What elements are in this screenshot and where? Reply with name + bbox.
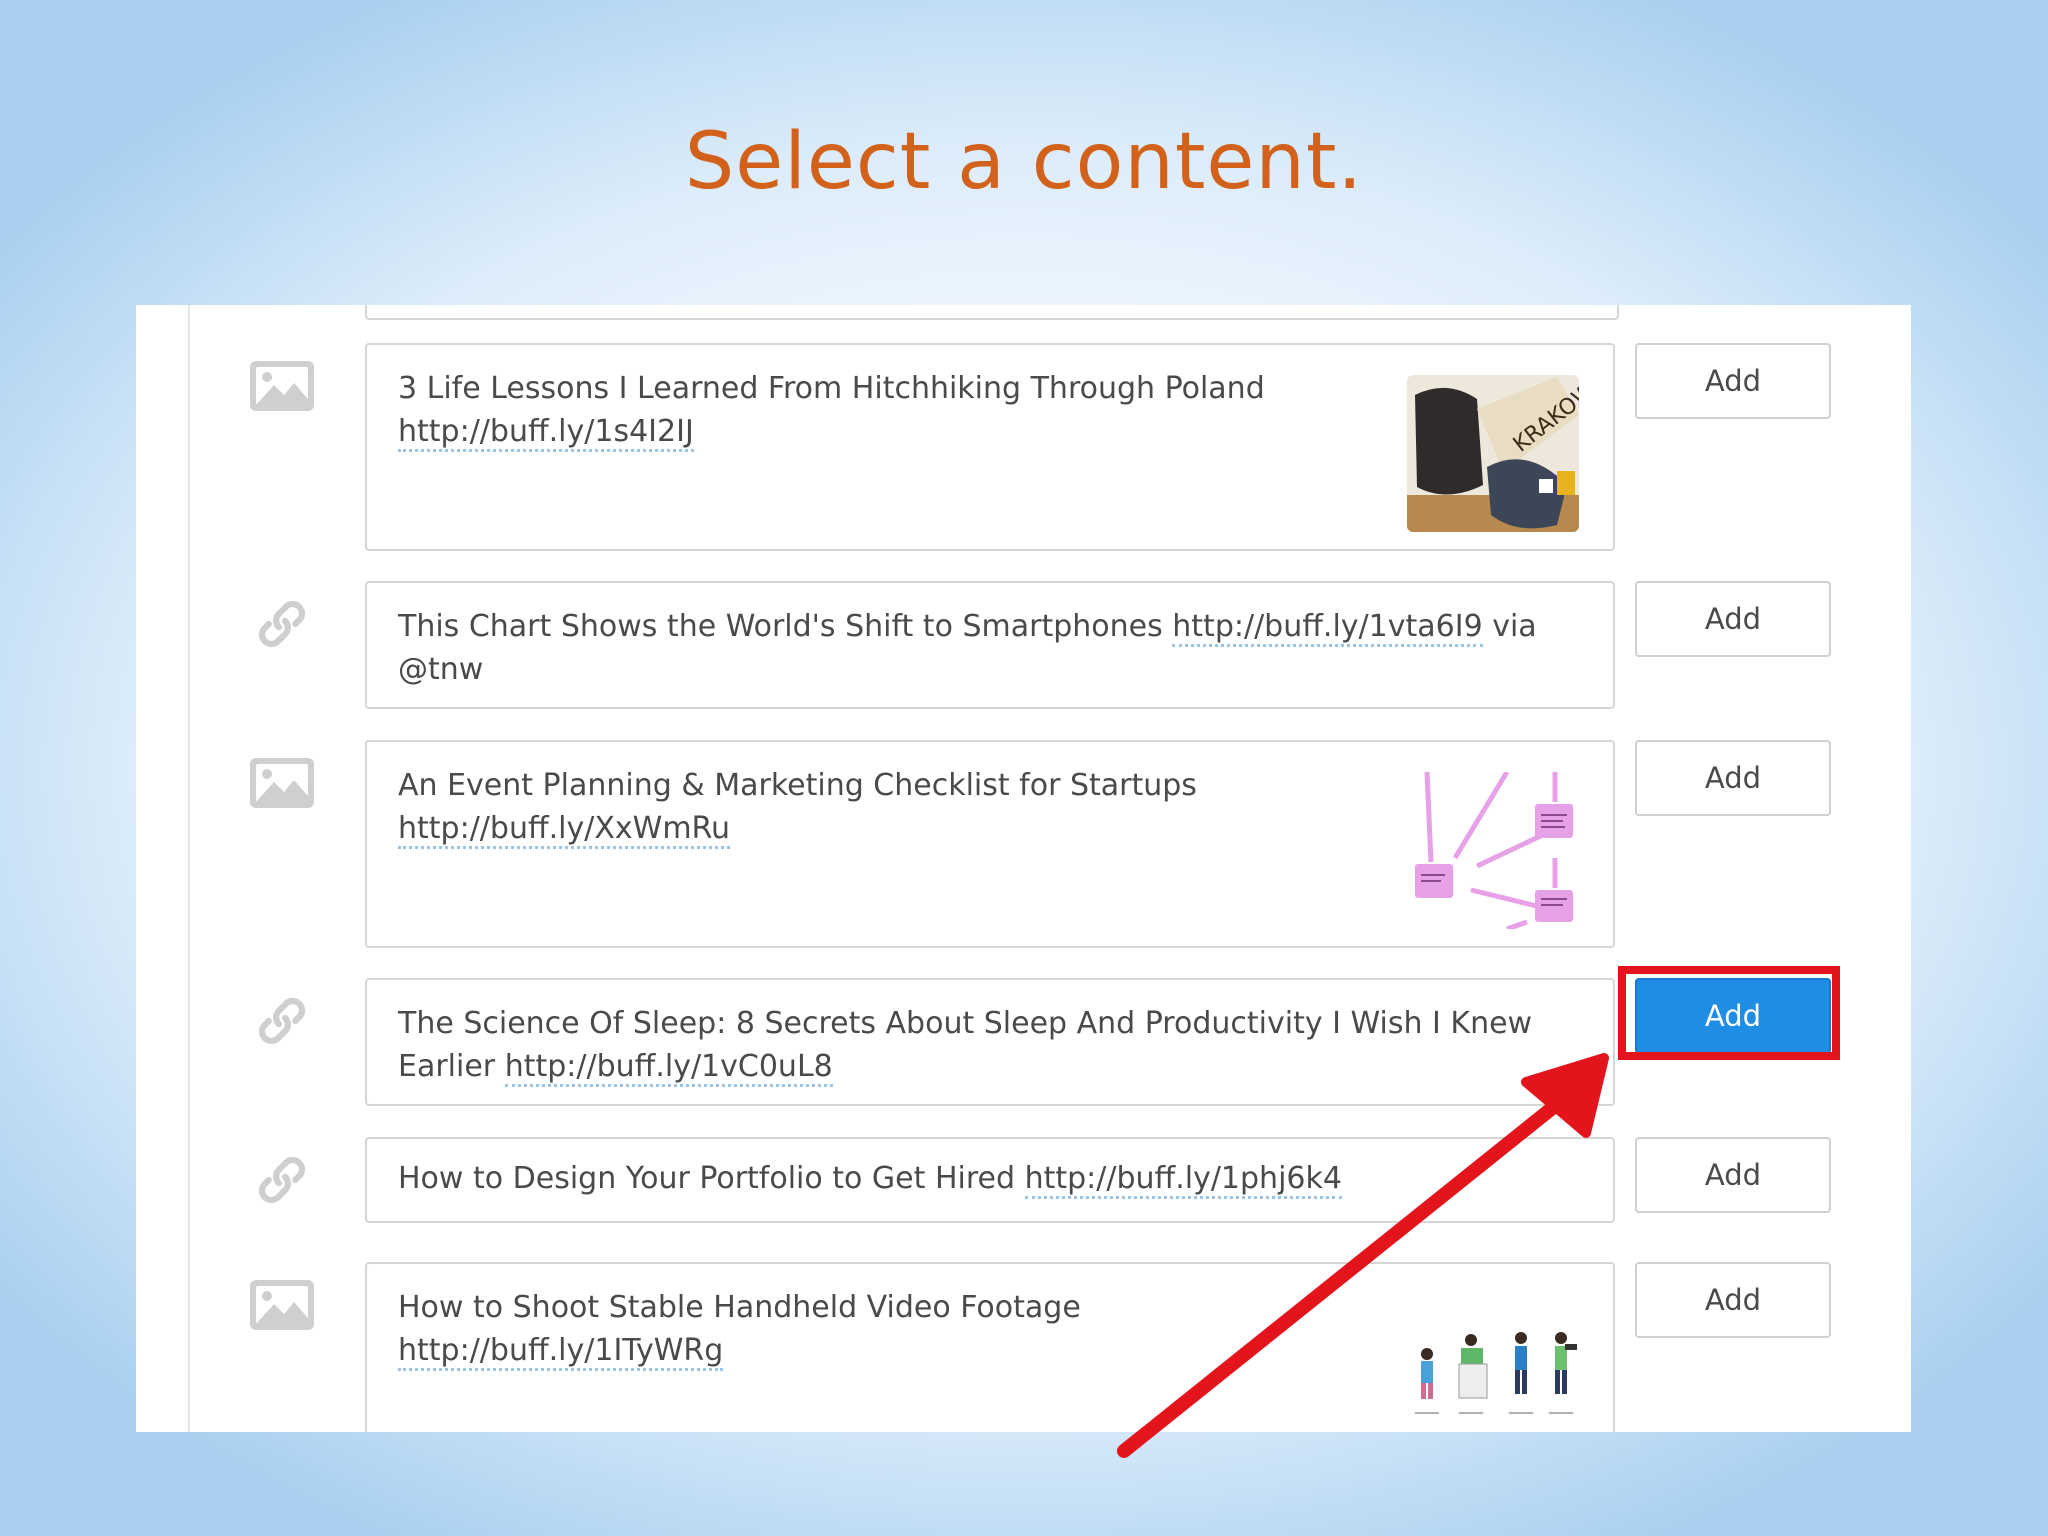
content-text: An Event Planning & Marketing Checklist … (398, 764, 1358, 850)
content-link[interactable]: http://buff.ly/XxWmRu (398, 811, 731, 849)
content-text: This Chart Shows the World's Shift to Sm… (398, 605, 1548, 691)
add-button[interactable]: Add (1635, 1262, 1831, 1338)
annotation-highlight-box (1618, 966, 1840, 1060)
link-icon (250, 1155, 314, 1205)
content-title: 3 Life Lessons I Learned From Hitchhikin… (398, 371, 1265, 406)
content-card[interactable]: This Chart Shows the World's Shift to Sm… (365, 581, 1615, 709)
image-icon (250, 758, 314, 808)
backpack-thumbnail: KRAKOW (1407, 375, 1579, 532)
content-list-panel[interactable]: 3 Life Lessons I Learned From Hitchhikin… (136, 305, 1911, 1432)
add-button[interactable]: Add (1635, 581, 1831, 657)
image-icon (250, 1280, 314, 1330)
slide-title: Select a content. (684, 117, 1364, 207)
content-link[interactable]: http://buff.ly/1vta6I9 (1172, 609, 1483, 647)
content-link[interactable]: http://buff.ly/1phj6k4 (1024, 1161, 1342, 1199)
content-text: 3 Life Lessons I Learned From Hitchhikin… (398, 367, 1358, 453)
content-card[interactable]: An Event Planning & Marketing Checklist … (365, 740, 1615, 948)
previous-content-card[interactable] (365, 305, 1619, 320)
content-title: How to Shoot Stable Handheld Video Foota… (398, 1290, 1081, 1325)
link-icon (250, 599, 314, 649)
content-card[interactable]: 3 Life Lessons I Learned From Hitchhikin… (365, 343, 1615, 551)
videographer-thumbnail (1407, 1294, 1579, 1432)
content-title: How to Design Your Portfolio to Get Hire… (398, 1161, 1016, 1196)
content-card[interactable]: The Science Of Sleep: 8 Secrets About Sl… (365, 978, 1615, 1106)
content-text: The Science Of Sleep: 8 Secrets About Sl… (398, 1002, 1548, 1088)
add-button[interactable]: Add (1635, 1137, 1831, 1213)
content-title: An Event Planning & Marketing Checklist … (398, 768, 1197, 803)
content-link[interactable]: http://buff.ly/1s4I2IJ (398, 414, 694, 452)
content-link[interactable]: http://buff.ly/1ITyWRg (398, 1333, 724, 1371)
content-text: How to Shoot Stable Handheld Video Foota… (398, 1286, 1358, 1372)
content-card[interactable]: How to Design Your Portfolio to Get Hire… (365, 1137, 1615, 1223)
content-link[interactable]: http://buff.ly/1vC0uL8 (504, 1049, 833, 1087)
panel-divider (188, 305, 190, 1432)
link-icon (250, 996, 314, 1046)
add-button[interactable]: Add (1635, 740, 1831, 816)
add-button[interactable]: Add (1635, 343, 1831, 419)
content-title: This Chart Shows the World's Shift to Sm… (398, 609, 1163, 644)
flowchart-thumbnail (1407, 772, 1579, 929)
content-card[interactable]: How to Shoot Stable Handheld Video Foota… (365, 1262, 1615, 1432)
content-text: How to Design Your Portfolio to Get Hire… (398, 1157, 1548, 1200)
image-icon (250, 361, 314, 411)
